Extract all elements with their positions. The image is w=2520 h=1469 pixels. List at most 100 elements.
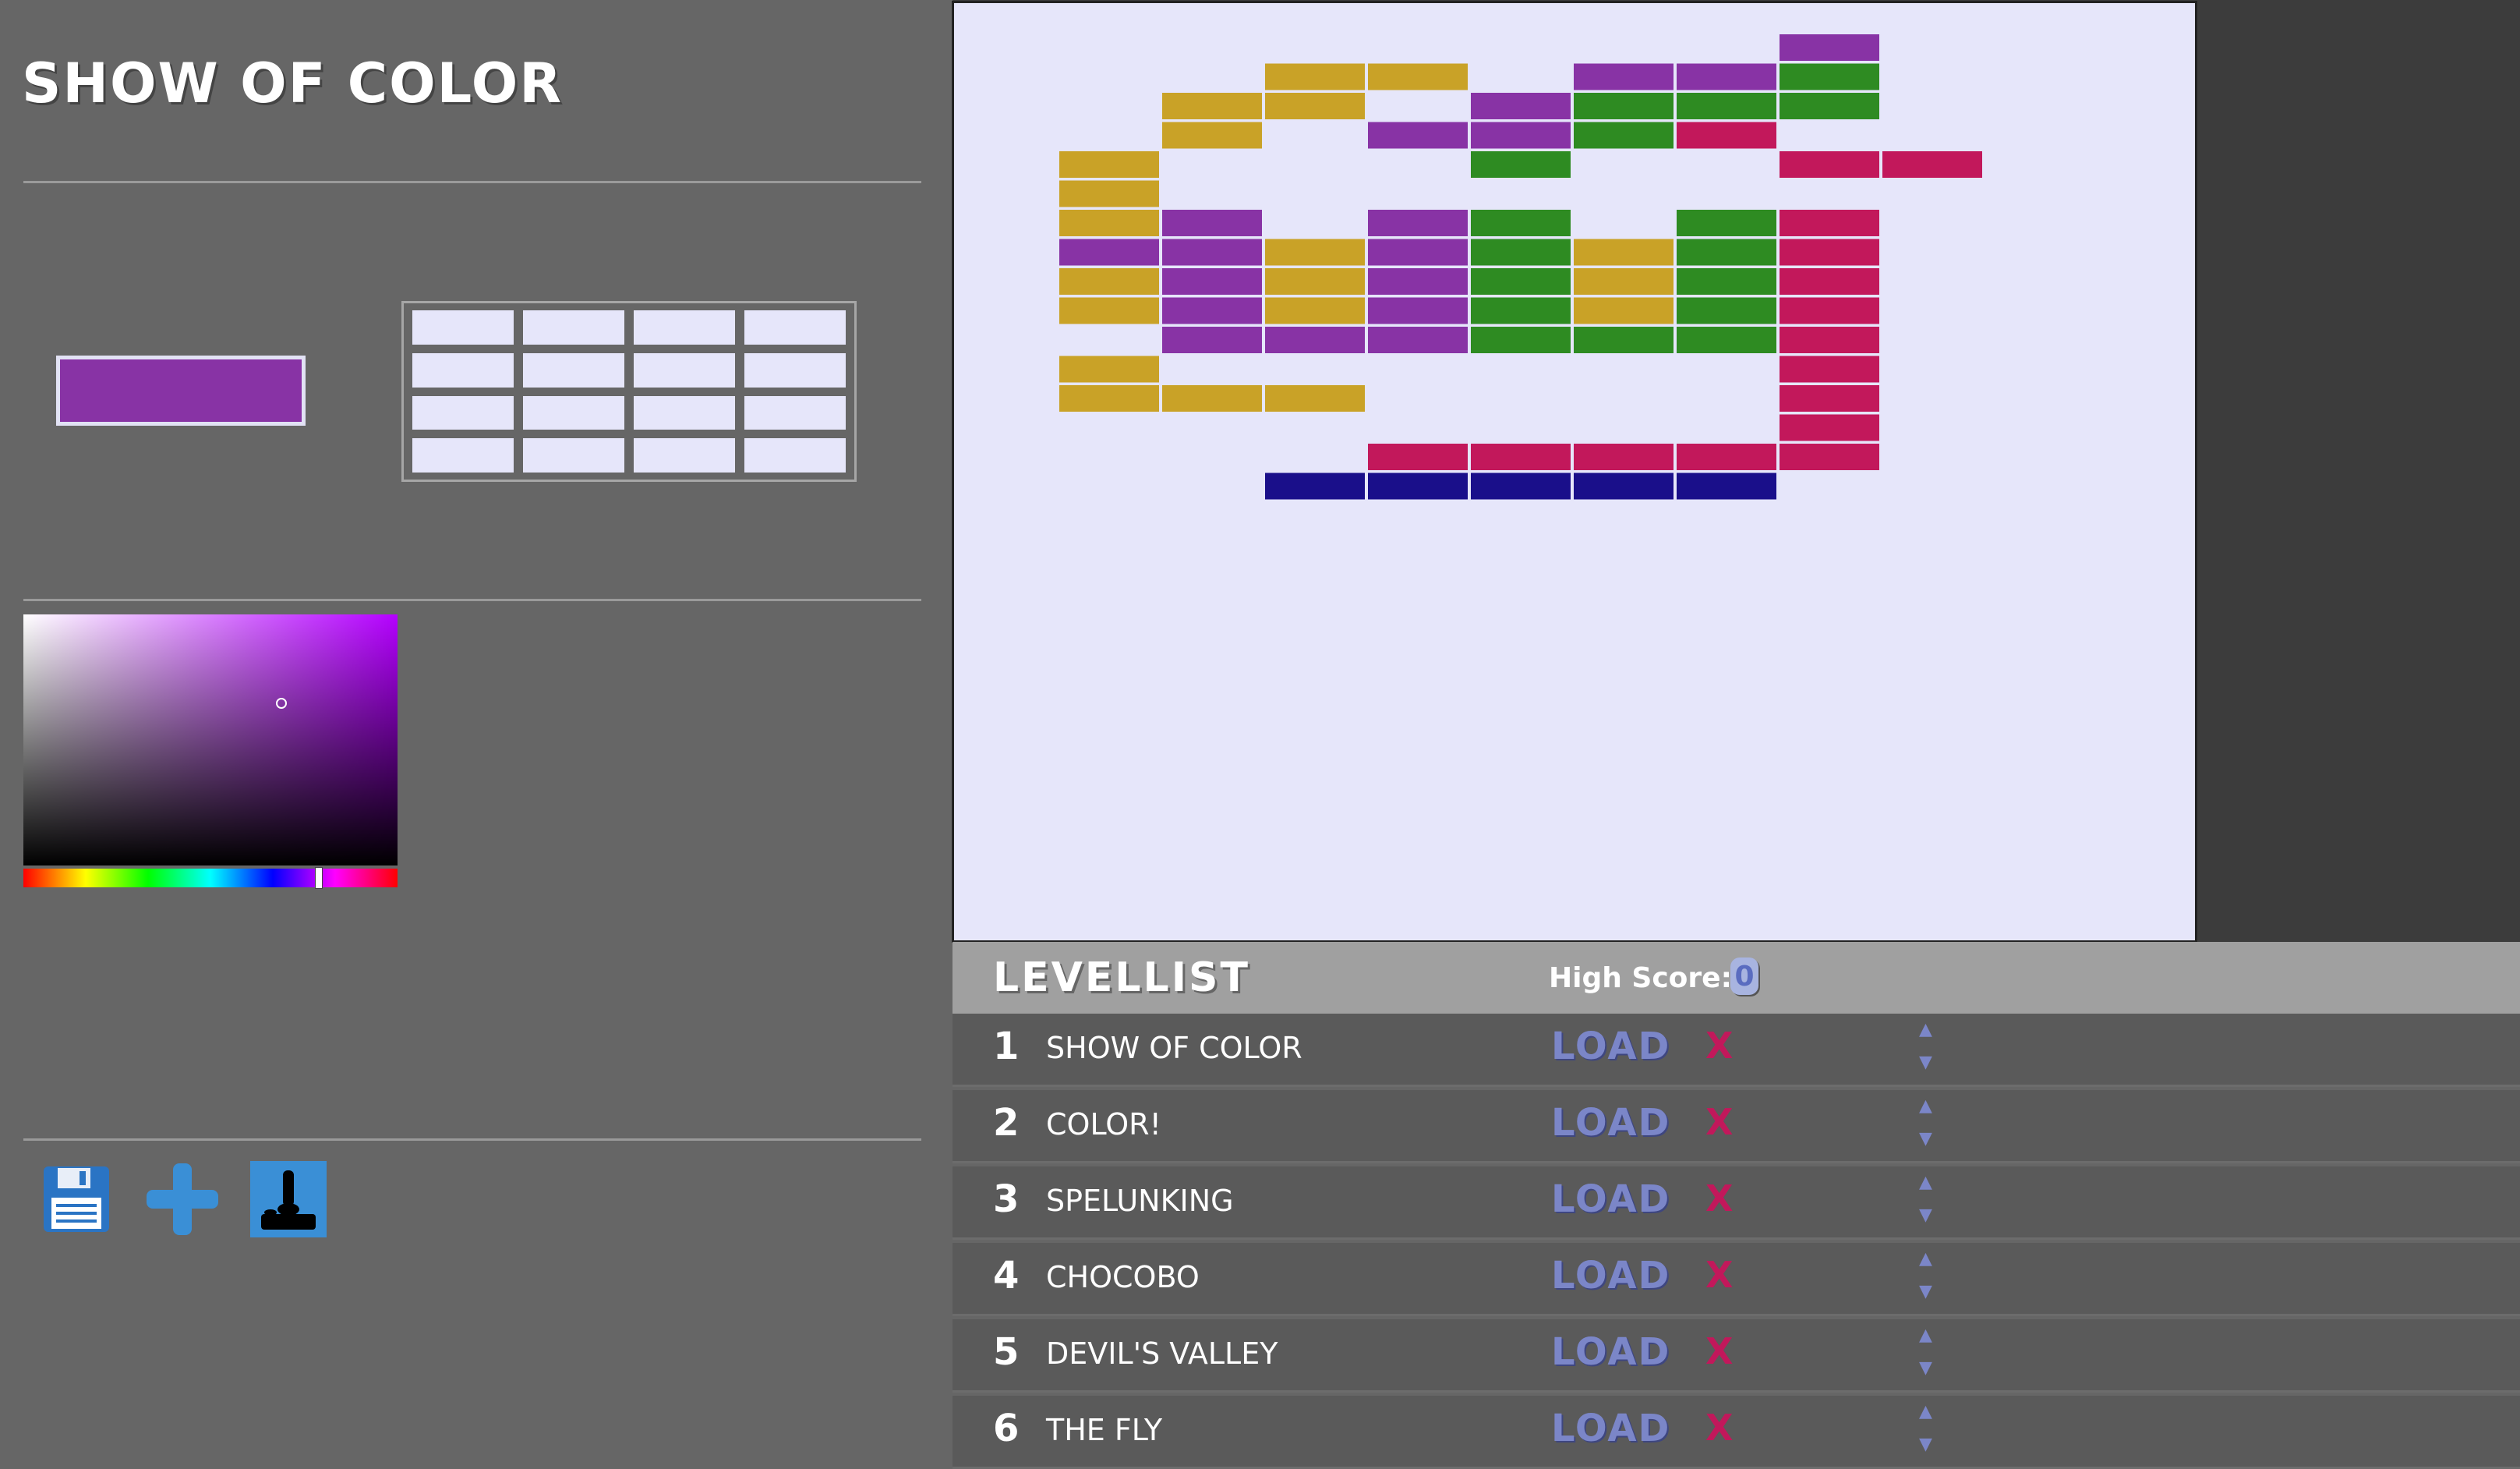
brick[interactable] [1574, 268, 1674, 295]
brick[interactable] [1059, 210, 1159, 236]
brick[interactable] [1368, 297, 1468, 324]
load-level-button[interactable]: LOAD [1551, 1254, 1670, 1297]
color-picker-cursor[interactable] [276, 698, 287, 709]
brick[interactable] [1162, 239, 1262, 266]
brick[interactable] [1882, 151, 1982, 178]
play-button[interactable] [249, 1160, 327, 1238]
move-up-arrow-icon[interactable]: ▲ [1919, 1402, 1932, 1421]
brick[interactable] [1780, 268, 1879, 295]
brick[interactable] [1265, 239, 1365, 266]
brick[interactable] [1574, 122, 1674, 149]
brick[interactable] [1368, 327, 1468, 353]
delete-level-button[interactable]: X [1705, 1177, 1733, 1219]
brick[interactable] [1265, 473, 1365, 500]
move-down-arrow-icon[interactable]: ▼ [1919, 1053, 1932, 1072]
brick[interactable] [1059, 297, 1159, 324]
brick[interactable] [1677, 210, 1776, 236]
brick[interactable] [1780, 327, 1879, 353]
brick[interactable] [1162, 122, 1262, 149]
brick[interactable] [1368, 122, 1468, 149]
brick[interactable] [1780, 444, 1879, 470]
load-level-button[interactable]: LOAD [1551, 1025, 1670, 1068]
brick[interactable] [1677, 473, 1776, 500]
brick[interactable] [1265, 63, 1365, 90]
brick[interactable] [1780, 151, 1879, 178]
brick[interactable] [1574, 63, 1674, 90]
brick[interactable] [1471, 122, 1571, 149]
move-down-arrow-icon[interactable]: ▼ [1919, 1435, 1932, 1454]
brick[interactable] [1677, 297, 1776, 324]
hue-slider[interactable] [23, 869, 398, 887]
brick[interactable] [1162, 327, 1262, 353]
brick[interactable] [1368, 444, 1468, 470]
move-up-arrow-icon[interactable]: ▲ [1919, 1096, 1932, 1116]
save-button[interactable] [37, 1160, 115, 1238]
brick[interactable] [1368, 63, 1468, 90]
brick[interactable] [1677, 327, 1776, 353]
brick[interactable] [1471, 268, 1571, 295]
brick[interactable] [1471, 239, 1571, 266]
brick[interactable] [1471, 444, 1571, 470]
move-down-arrow-icon[interactable]: ▼ [1919, 1129, 1932, 1149]
brick[interactable] [1471, 151, 1571, 178]
brick[interactable] [1162, 93, 1262, 119]
brick[interactable] [1780, 93, 1879, 119]
brick[interactable] [1368, 239, 1468, 266]
selected-color-swatch[interactable] [56, 356, 306, 426]
move-up-arrow-icon[interactable]: ▲ [1919, 1173, 1932, 1192]
brick[interactable] [1677, 239, 1776, 266]
delete-level-button[interactable]: X [1705, 1254, 1733, 1296]
add-level-button[interactable] [143, 1160, 221, 1238]
brick[interactable] [1677, 63, 1776, 90]
brick[interactable] [1471, 297, 1571, 324]
brick[interactable] [1368, 210, 1468, 236]
hue-slider-handle[interactable] [315, 867, 323, 889]
delete-level-button[interactable]: X [1705, 1330, 1733, 1372]
brick[interactable] [1677, 93, 1776, 119]
brick[interactable] [1471, 93, 1571, 119]
brick[interactable] [1780, 63, 1879, 90]
brick[interactable] [1574, 444, 1674, 470]
brick[interactable] [1780, 356, 1879, 383]
move-up-arrow-icon[interactable]: ▲ [1919, 1326, 1932, 1345]
brick[interactable] [1059, 180, 1159, 207]
brick[interactable] [1368, 268, 1468, 295]
delete-level-button[interactable]: X [1705, 1101, 1733, 1143]
brick[interactable] [1059, 151, 1159, 178]
brick[interactable] [1471, 473, 1571, 500]
brick[interactable] [1265, 93, 1365, 119]
brick[interactable] [1162, 210, 1262, 236]
brick[interactable] [1574, 327, 1674, 353]
delete-level-button[interactable]: X [1705, 1025, 1733, 1067]
load-level-button[interactable]: LOAD [1551, 1101, 1670, 1145]
brick[interactable] [1059, 356, 1159, 383]
brick[interactable] [1368, 473, 1468, 500]
brick[interactable] [1780, 414, 1879, 441]
brick[interactable] [1471, 210, 1571, 236]
delete-level-button[interactable]: X [1705, 1407, 1733, 1449]
brick[interactable] [1059, 239, 1159, 266]
brick[interactable] [1059, 385, 1159, 412]
move-up-arrow-icon[interactable]: ▲ [1919, 1249, 1932, 1269]
brick[interactable] [1677, 122, 1776, 149]
brick[interactable] [1162, 268, 1262, 295]
brick[interactable] [1677, 268, 1776, 295]
brick[interactable] [1574, 297, 1674, 324]
brick[interactable] [1162, 297, 1262, 324]
brick[interactable] [1677, 444, 1776, 470]
brick[interactable] [1780, 239, 1879, 266]
brick[interactable] [1265, 327, 1365, 353]
move-up-arrow-icon[interactable]: ▲ [1919, 1020, 1932, 1039]
brick[interactable] [1265, 268, 1365, 295]
brick[interactable] [1780, 34, 1879, 61]
load-level-button[interactable]: LOAD [1551, 1407, 1670, 1450]
move-down-arrow-icon[interactable]: ▼ [1919, 1282, 1932, 1301]
brick[interactable] [1780, 297, 1879, 324]
brick[interactable] [1265, 297, 1365, 324]
load-level-button[interactable]: LOAD [1551, 1177, 1670, 1221]
level-canvas[interactable] [952, 1, 2197, 943]
saturation-value-picker[interactable] [23, 614, 398, 865]
brick[interactable] [1265, 385, 1365, 412]
brick[interactable] [1574, 93, 1674, 119]
move-down-arrow-icon[interactable]: ▼ [1919, 1205, 1932, 1225]
